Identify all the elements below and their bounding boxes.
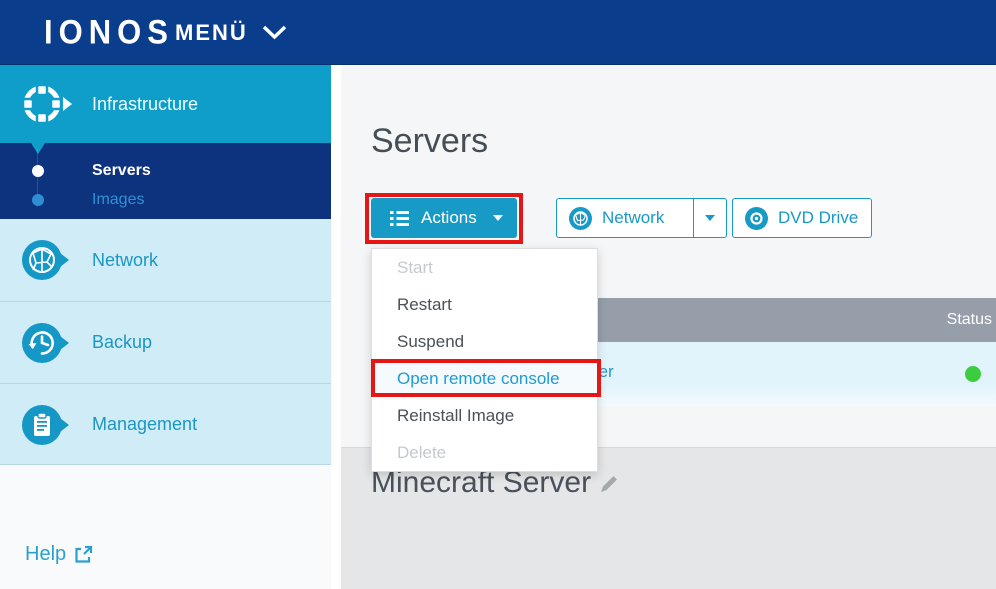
icon-tail [60,418,69,432]
sidebar-item-label: Infrastructure [92,65,198,143]
bullet-icon [32,165,44,177]
menu-item-restart[interactable]: Restart [372,286,597,323]
menu-item-start: Start [372,249,597,286]
backup-history-icon [22,323,62,368]
sidebar-item-label: Network [92,219,158,301]
actions-dropdown-menu: Start Restart Suspend Open remote consol… [371,248,598,472]
menu-label: MENÜ [175,20,248,46]
network-dropdown-toggle[interactable] [693,199,726,237]
page-title: Servers [371,122,488,161]
icon-tail [60,336,69,350]
menu-item-open-remote-console[interactable]: Open remote console [372,360,597,397]
sidebar-item-backup[interactable]: Backup [0,302,331,384]
sidebar: Infrastructure Servers Images [0,65,331,589]
dvd-drive-button[interactable]: DVD Drive [732,198,872,238]
sidebar-item-label: Management [92,384,197,464]
chevron-down-icon [705,215,715,221]
network-button-label: Network [602,208,664,228]
icon-tail [63,97,72,111]
dvd-button-label: DVD Drive [778,208,858,228]
sidebar-scrollbar-gutter[interactable] [331,65,341,589]
subitem-label: Images [92,191,144,209]
help-link[interactable]: Help [25,543,93,566]
chevron-down-icon [493,215,503,221]
infrastructure-icon [20,82,64,131]
sidebar-item-infrastructure[interactable]: Infrastructure [0,65,331,143]
status-column-header: Status [947,311,996,329]
sidebar-submenu: Servers Images [0,143,331,219]
submenu-caret [31,143,45,154]
icon-tail [60,253,69,267]
menu-item-delete: Delete [372,434,597,471]
menu-item-reinstall-image[interactable]: Reinstall Image [372,397,597,434]
network-globe-icon [569,207,592,230]
edit-pencil-icon[interactable] [601,475,618,492]
sidebar-item-network[interactable]: Network [0,219,331,302]
sidebar-subitem-servers[interactable]: Servers [0,156,331,185]
bullet-icon [32,194,44,206]
sidebar-item-management[interactable]: Management [0,384,331,465]
subitem-label: Servers [92,162,151,180]
cloud-panel-app: IONOS MENÜ In [0,0,996,589]
menu-item-suspend[interactable]: Suspend [372,323,597,360]
actions-button[interactable]: Actions [371,198,517,238]
status-dot-green [965,366,981,382]
sidebar-subitem-images[interactable]: Images [0,185,331,214]
list-icon [390,211,409,226]
network-button[interactable]: Network [557,199,693,237]
management-clipboard-icon [22,405,62,450]
chevron-down-icon [262,25,287,40]
main-content: Servers Actions [341,0,996,589]
actions-button-label: Actions [421,208,477,228]
sidebar-item-label: Backup [92,302,152,383]
external-link-icon [74,545,93,564]
help-label: Help [25,543,66,566]
menu-toggle[interactable]: MENÜ [175,0,287,65]
ionos-logo[interactable]: IONOS [44,12,174,52]
network-globe-icon [22,240,62,285]
network-split-button: Network [556,198,727,238]
dvd-disc-icon [745,207,768,230]
